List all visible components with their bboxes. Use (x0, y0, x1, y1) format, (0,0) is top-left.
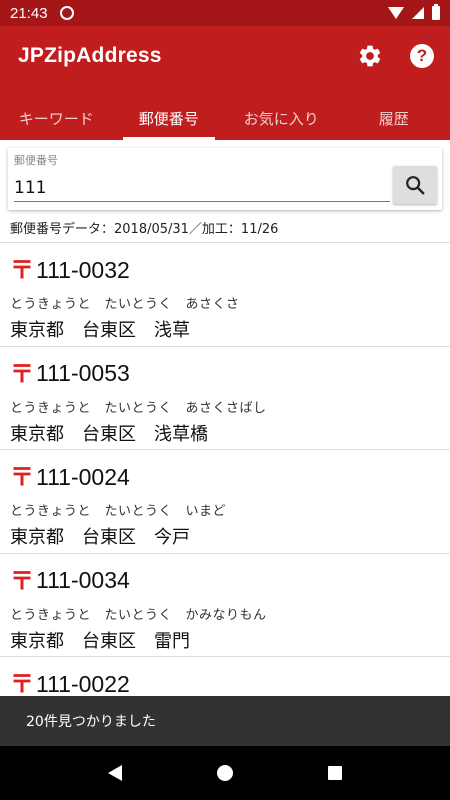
tab-keyword[interactable]: キーワード (0, 96, 113, 140)
postal-code: 111-0034 (36, 567, 130, 593)
tab-history[interactable]: 履歴 (338, 96, 450, 140)
back-icon[interactable] (107, 765, 122, 781)
address: 東京都 台東区 浅草 (10, 320, 190, 341)
gear-icon[interactable] (356, 42, 384, 70)
address-kana: とうきょうと たいとうく かみなりもん (10, 607, 267, 623)
address-kana: とうきょうと たいとうく あさくさばし (10, 400, 267, 416)
address: 東京都 台東区 雷門 (10, 630, 190, 652)
list-item[interactable]: 〒 111-0034 とうきょうと たいとうく かみなりもん 東京都 台東区 雷… (0, 554, 450, 657)
address: 東京都 台東区 今戸 (10, 527, 190, 548)
wifi-icon (388, 7, 404, 19)
list-item[interactable]: 〒 111-0053 とうきょうと たいとうく あさくさばし 東京都 台東区 浅… (0, 347, 450, 450)
app-bar: JPZipAddress ? キーワード 郵便番号 お気に入り 履歴 (0, 26, 450, 140)
snackbar: 20件見つかりました (0, 696, 450, 746)
help-glyph: ? (410, 44, 434, 68)
help-icon[interactable]: ? (408, 42, 436, 70)
tab-bar: キーワード 郵便番号 お気に入り 履歴 (0, 96, 450, 140)
postal-mark-icon: 〒 (10, 463, 34, 491)
snackbar-message: 20件見つかりました (26, 714, 156, 730)
battery-icon (432, 4, 440, 20)
app-notification-icon (59, 6, 74, 20)
postal-mark-icon: 〒 (10, 670, 34, 696)
tab-postal-code[interactable]: 郵便番号 (113, 96, 226, 140)
status-icons (388, 4, 440, 20)
postal-mark-icon: 〒 (10, 256, 34, 284)
list-item[interactable]: 〒 111-0024 とうきょうと たいとうく いまど 東京都 台東区 今戸 (0, 450, 450, 554)
system-nav-bar (0, 746, 450, 800)
data-version-info: 郵便番号データ：2018/05/31／加工：11/26 (10, 222, 279, 237)
postal-code-input[interactable] (14, 174, 390, 202)
search-button[interactable] (393, 166, 437, 204)
search-card: 郵便番号 (8, 148, 442, 210)
address: 東京都 台東区 浅草橋 (10, 423, 208, 445)
postal-code: 111-0053 (36, 360, 130, 386)
recent-apps-icon[interactable] (328, 766, 343, 780)
search-icon (406, 176, 425, 195)
postal-mark-icon: 〒 (10, 566, 34, 595)
search-field-label: 郵便番号 (14, 154, 58, 167)
tab-label: 郵便番号 (138, 109, 199, 128)
postal-code: 111-0024 (36, 463, 130, 490)
postal-code: 111-0032 (36, 256, 130, 283)
signal-icon (412, 7, 424, 19)
tab-favorites[interactable]: お気に入り (225, 96, 338, 140)
app-title: JPZipAddress (18, 44, 162, 67)
status-time: 21:43 (10, 4, 48, 22)
status-bar: 21:43 (0, 0, 450, 26)
list-item[interactable]: 〒 111-0022 (0, 657, 450, 697)
tab-label: 履歴 (378, 109, 409, 128)
address-kana: とうきょうと たいとうく いまど (10, 504, 227, 519)
address-kana: とうきょうと たいとうく あさくさ (10, 297, 240, 312)
result-list[interactable]: 〒 111-0032 とうきょうと たいとうく あさくさ 東京都 台東区 浅草 … (0, 243, 450, 696)
home-icon[interactable] (216, 765, 233, 781)
tab-label: お気に入り (243, 109, 319, 128)
tab-label: キーワード (18, 109, 94, 128)
list-item[interactable]: 〒 111-0032 とうきょうと たいとうく あさくさ 東京都 台東区 浅草 (0, 243, 450, 347)
postal-code: 111-0022 (36, 670, 130, 697)
postal-mark-icon: 〒 (10, 359, 34, 388)
